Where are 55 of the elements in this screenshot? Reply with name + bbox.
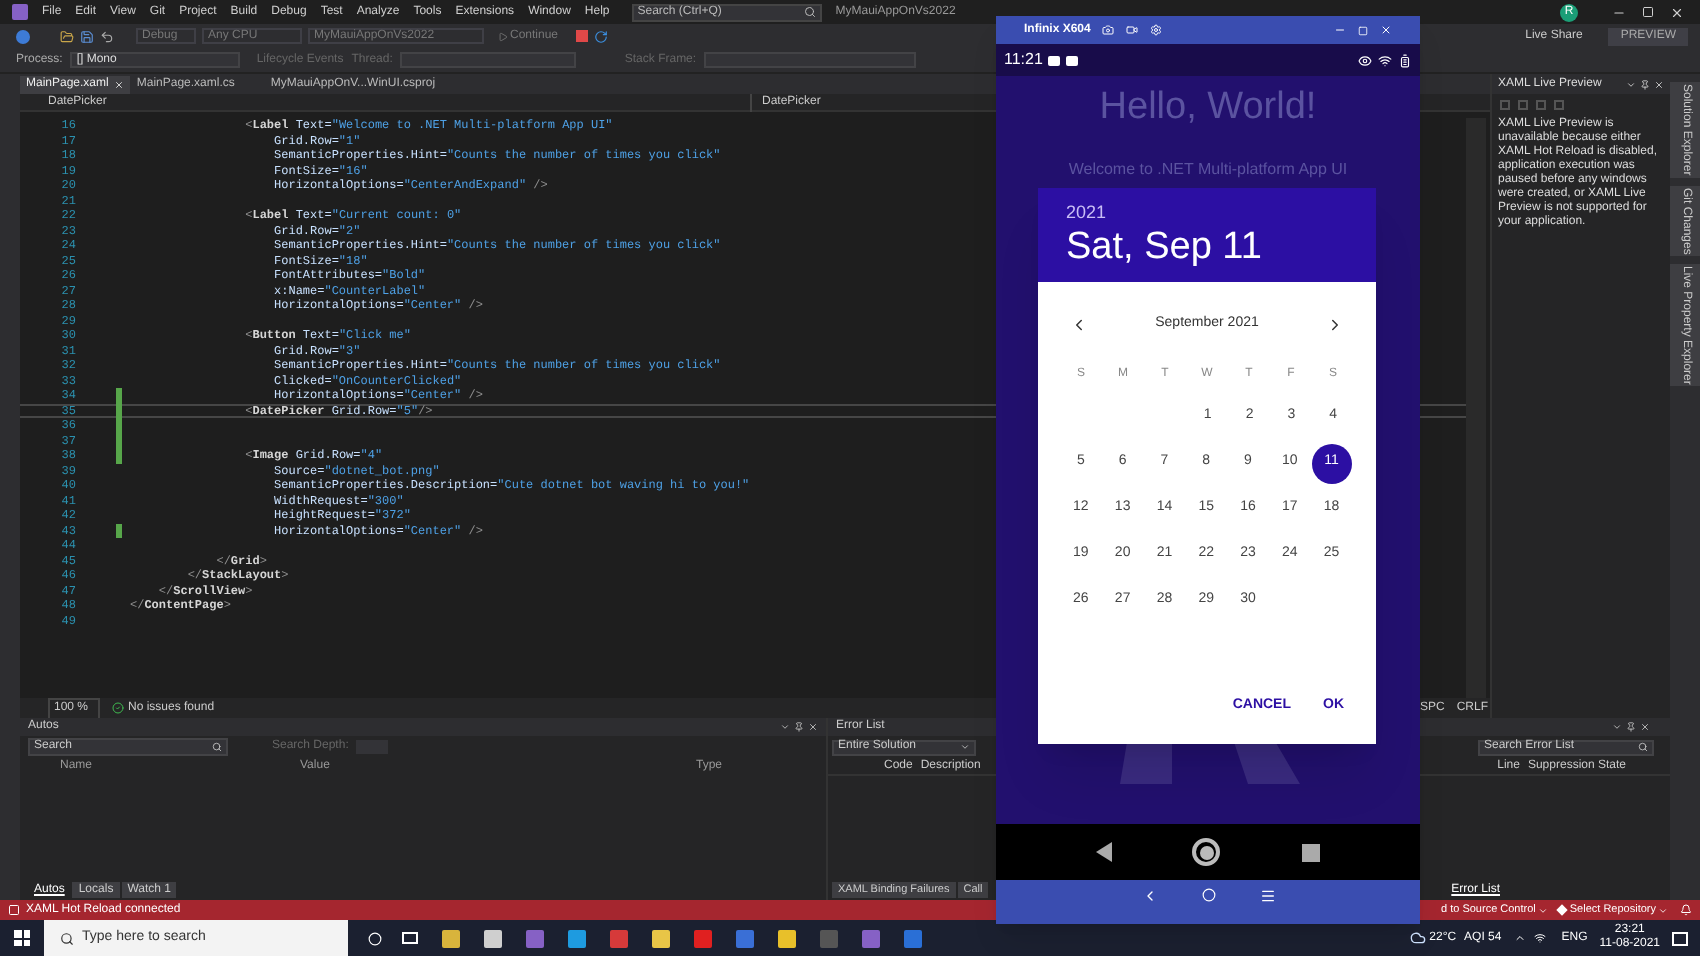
maximize-icon[interactable] (1642, 6, 1654, 18)
taskbar-app-icon[interactable] (652, 929, 670, 947)
search-icon (60, 931, 74, 945)
taskbar-app-icon[interactable] (442, 929, 460, 947)
taskbar-app-icon[interactable] (484, 929, 502, 947)
settings-icon[interactable] (1150, 24, 1163, 36)
dropdown-icon[interactable] (1612, 722, 1622, 732)
cortana-icon[interactable] (368, 931, 382, 945)
video-icon[interactable] (1126, 24, 1139, 36)
pin-icon[interactable] (794, 722, 804, 732)
pin-icon[interactable] (1626, 722, 1636, 732)
minimize-icon[interactable] (1334, 24, 1346, 36)
welcome-text: Welcome to .NET Multi-platform App UI (1068, 157, 1348, 181)
caret-icon (960, 742, 970, 752)
tray-chevron-icon[interactable] (1513, 932, 1526, 944)
network-icon[interactable] (1533, 932, 1546, 944)
dropdown-icon[interactable] (780, 722, 790, 732)
camera-icon[interactable] (1102, 24, 1115, 36)
pin-icon[interactable] (1640, 79, 1650, 89)
status-time: 11:21 (1004, 48, 1043, 72)
recents-icon[interactable] (1301, 843, 1320, 861)
year-label: 2021 (1066, 199, 1109, 226)
check-icon (112, 702, 124, 714)
caret-icon (1658, 905, 1668, 915)
taskbar-app-icon[interactable] (778, 929, 796, 947)
open-folder-icon[interactable] (60, 29, 74, 43)
play-icon (498, 31, 508, 41)
battery-icon (1398, 53, 1412, 67)
wifi-icon (1378, 53, 1392, 67)
eye-icon (1358, 53, 1372, 67)
selected-date: Sat, Sep 11 (1066, 226, 1264, 271)
undo-icon[interactable] (100, 29, 114, 43)
close-icon[interactable] (1670, 5, 1684, 19)
back-icon[interactable] (1096, 842, 1113, 862)
start-icon[interactable] (14, 930, 30, 946)
heading: Hello, World! (1099, 84, 1317, 132)
search-icon (1638, 742, 1648, 752)
notifications-icon[interactable] (1672, 931, 1688, 945)
navigate-icon[interactable] (16, 29, 30, 43)
previous-month-icon[interactable] (1070, 315, 1088, 333)
app-logo-icon (12, 4, 28, 20)
menu-icon[interactable] (1259, 888, 1275, 904)
stop-icon[interactable] (576, 30, 589, 42)
dropdown-icon[interactable] (1626, 79, 1636, 89)
caret-icon (1537, 905, 1548, 915)
search-icon (803, 6, 816, 18)
search-icon (212, 742, 222, 752)
weather-icon (1409, 930, 1426, 946)
hot-reload-icon (8, 904, 20, 916)
home-icon[interactable] (1192, 838, 1221, 866)
taskbar-app-icon[interactable] (568, 929, 586, 947)
save-icon[interactable] (80, 29, 94, 43)
task-view-icon[interactable] (402, 932, 418, 944)
restart-icon[interactable] (594, 29, 609, 43)
notification-icon[interactable] (1680, 904, 1692, 916)
